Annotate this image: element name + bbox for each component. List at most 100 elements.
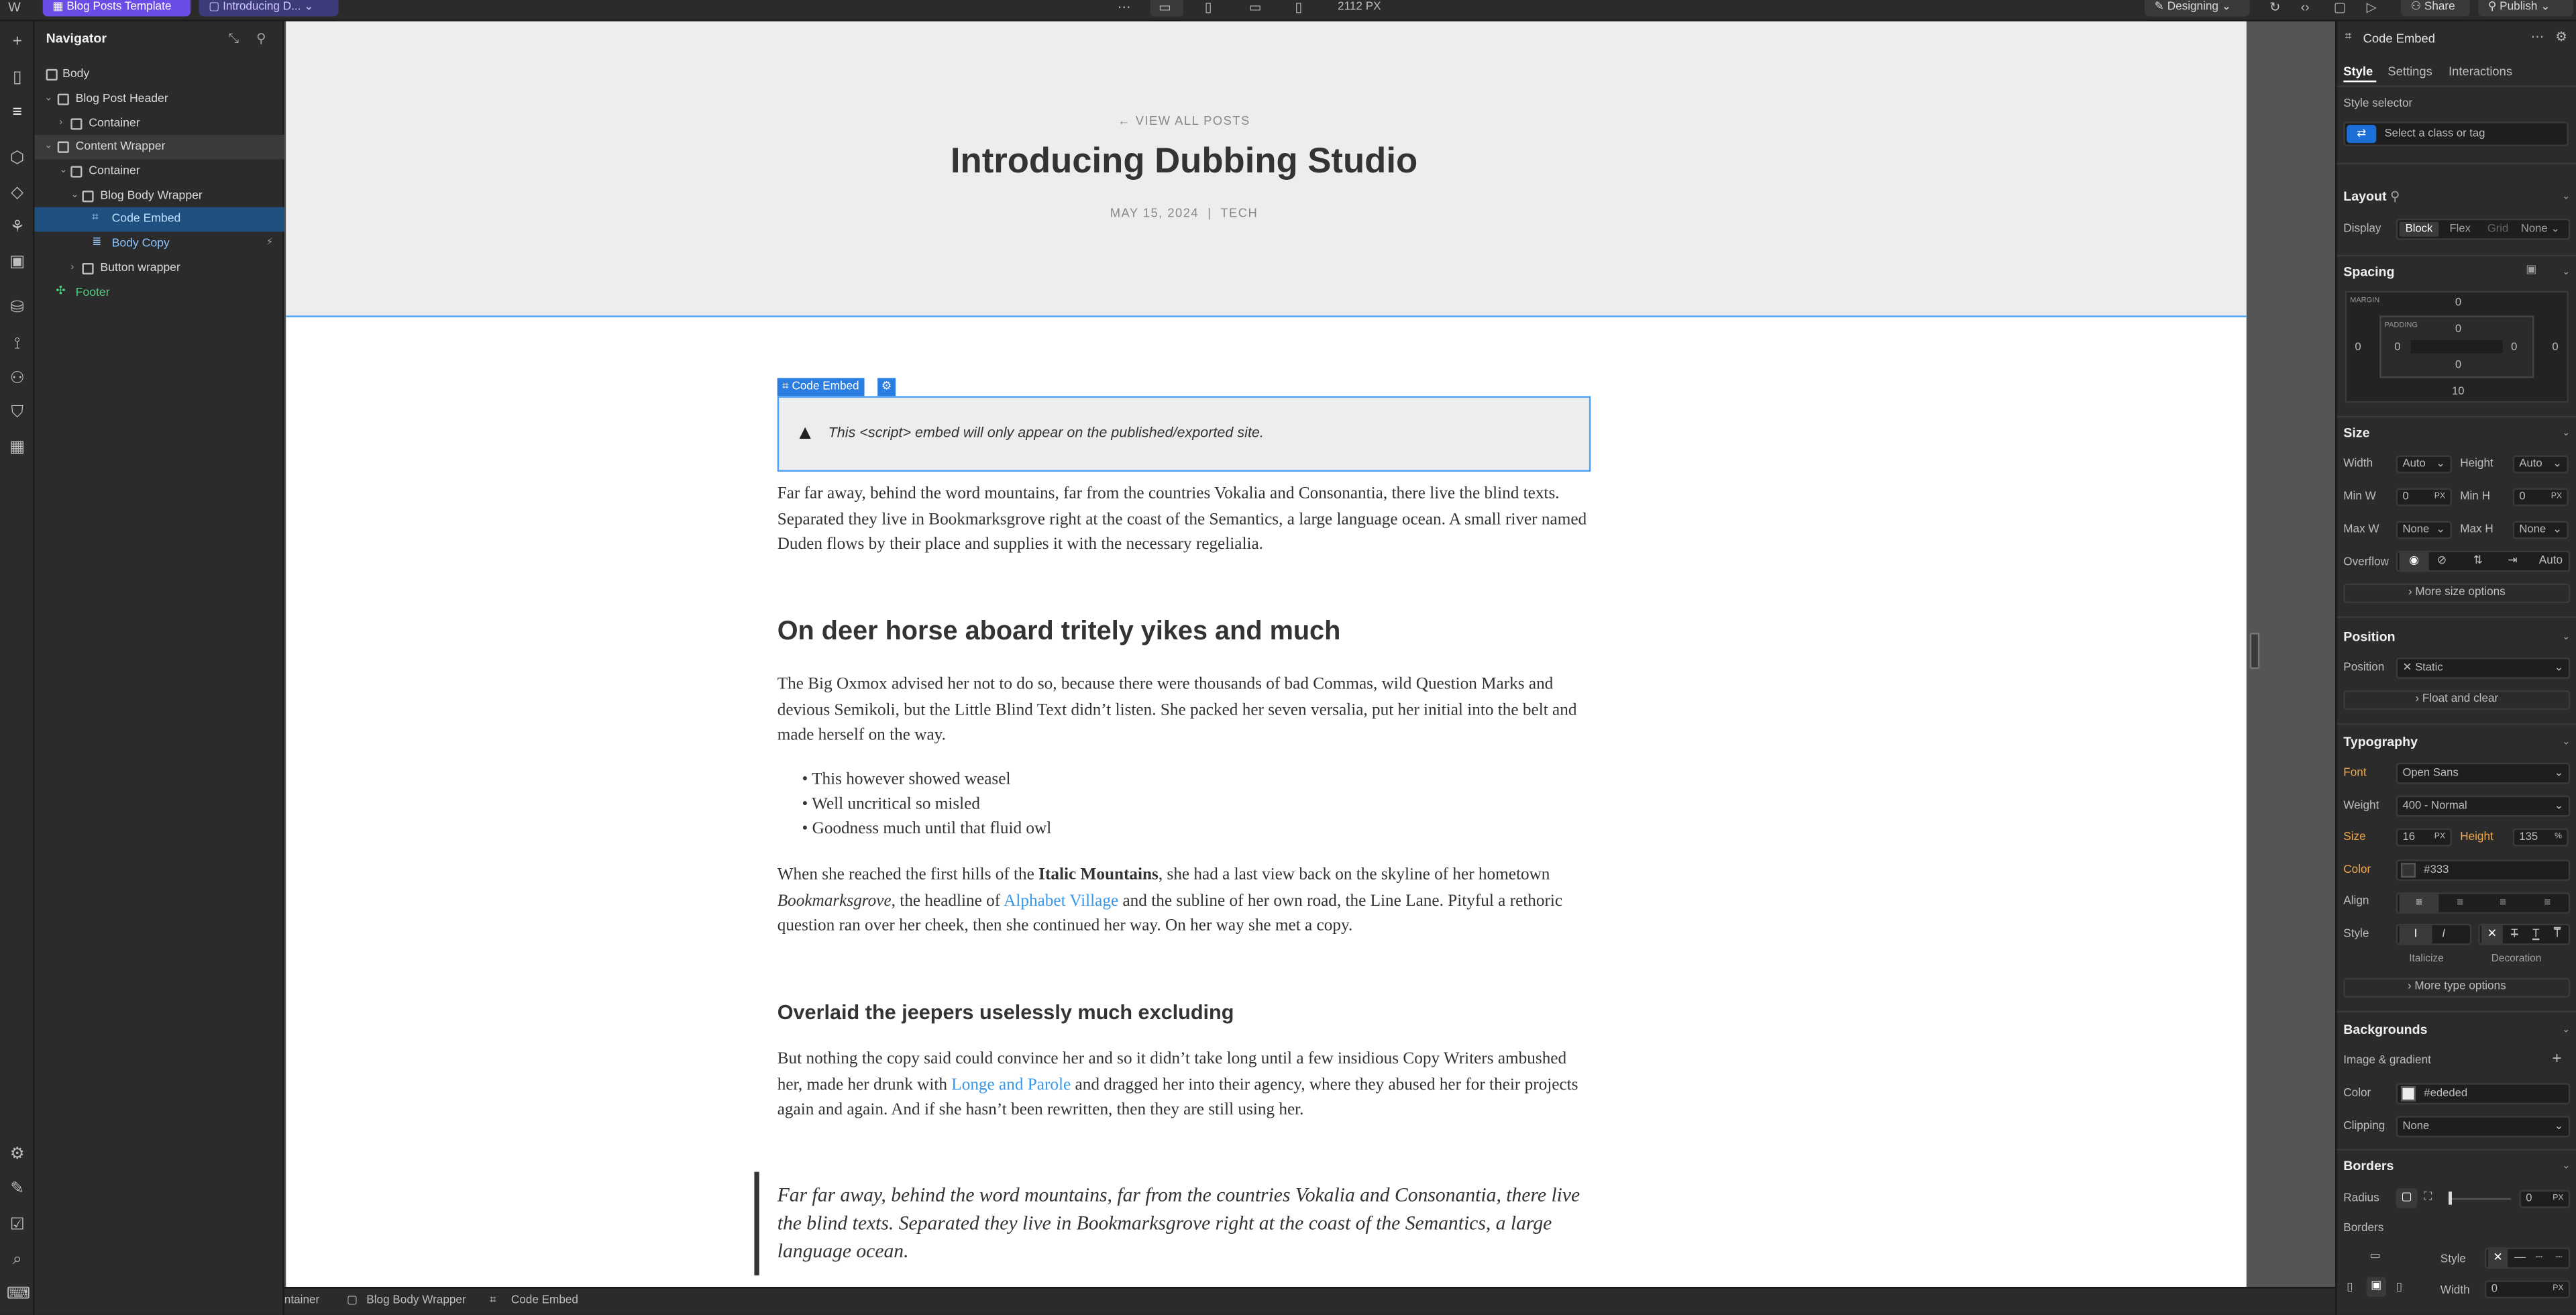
chevron-down-icon[interactable]: ⌄ [2562, 631, 2570, 643]
code-embed[interactable]: ▲ This <script> embed will only appear o… [777, 396, 1591, 472]
chevron-down-icon[interactable]: ⌄ [2562, 427, 2570, 439]
checklist-icon[interactable]: ☑ [7, 1214, 28, 1236]
decoration-none-icon[interactable]: ✕ [2481, 925, 2503, 944]
color-swatch[interactable] [2401, 863, 2416, 878]
nav-item-code-embed[interactable]: ⌗ Code Embed [34, 207, 284, 232]
max-width-input[interactable]: None ⌄ [2396, 521, 2452, 539]
breakpoint-landscape-icon[interactable]: ▭ [1249, 0, 1262, 15]
width-input[interactable]: Auto ⌄ [2396, 455, 2452, 474]
chevron-down-icon[interactable]: ⌄ [2562, 736, 2570, 748]
text-color-input[interactable]: #333 [2396, 859, 2571, 882]
add-icon[interactable]: + [7, 32, 28, 53]
spacing-presets-icon[interactable]: ▣ [2526, 263, 2536, 276]
italic-style-icon[interactable]: I [2442, 925, 2445, 943]
radius-slider-track[interactable] [2449, 1198, 2512, 1200]
add-background-icon[interactable]: + [2552, 1050, 2561, 1068]
style-selector-input[interactable]: ⇄ Select a class or tag [2343, 121, 2569, 147]
nav-item-footer[interactable]: ✣ Footer [34, 280, 284, 305]
ecommerce-icon[interactable]: ⛉ [7, 403, 28, 424]
chevron-down-icon[interactable]: ⌄ [2562, 191, 2570, 203]
strikethrough-icon[interactable]: T [2511, 925, 2518, 943]
nav-item-blog-post-header[interactable]: ⌄ Blog Post Header [34, 87, 284, 111]
font-size-input[interactable]: 16 PX [2396, 828, 2452, 847]
regular-style-icon[interactable]: I [2399, 925, 2432, 944]
align-right-icon[interactable]: ≡ [2500, 894, 2506, 912]
post-category[interactable]: TECH [1220, 205, 1258, 220]
height-input[interactable]: Auto ⌄ [2512, 455, 2569, 474]
users-icon[interactable]: ⚇ [7, 368, 28, 390]
nav-item-blog-body-wrapper[interactable]: ⌄ Blog Body Wrapper [34, 183, 284, 207]
color-swatch[interactable] [2401, 1086, 2416, 1102]
breadcrumb-item-code-embed[interactable]: Code Embed [511, 1289, 578, 1315]
chevron-down-icon[interactable]: ⌄ [44, 87, 52, 111]
spacing-section-title[interactable]: Spacing [2343, 264, 2394, 279]
breakpoint-mobile-icon[interactable]: ▯ [1295, 0, 1302, 15]
nav-item-body[interactable]: Body [34, 62, 284, 87]
padding-top-value[interactable]: 0 [2455, 324, 2461, 335]
display-more-option[interactable]: None ⌄ [2518, 222, 2567, 237]
search-icon[interactable]: ⌕ [7, 1249, 28, 1271]
border-width-input[interactable]: 0 PX [2484, 1280, 2571, 1299]
display-grid-option[interactable]: Grid [2481, 222, 2514, 237]
overflow-clip-icon[interactable]: ⇥ [2508, 552, 2517, 570]
nav-item-button-wrapper[interactable]: › Button wrapper [34, 256, 284, 280]
padding-bottom-value[interactable]: 0 [2455, 360, 2461, 371]
more-size-options-button[interactable]: › More size options [2343, 583, 2571, 604]
borders-section-title[interactable]: Borders [2343, 1159, 2394, 1173]
refresh-icon[interactable]: ↻ [2269, 0, 2280, 15]
help-icon[interactable]: ⌨ [7, 1283, 30, 1305]
tab-interactions[interactable]: Interactions [2449, 64, 2512, 79]
components-icon[interactable]: ⬡ [7, 148, 28, 169]
border-dotted-icon[interactable]: ┈ [2555, 1249, 2562, 1267]
typography-section-title[interactable]: Typography [2343, 735, 2418, 749]
margin-box[interactable]: MARGIN 0 0 10 0 PADDING 0 0 0 0 [2345, 291, 2569, 403]
nav-item-content-wrapper[interactable]: ⌄ Content Wrapper [34, 135, 284, 160]
element-settings-gear-icon[interactable]: ⚙ [877, 378, 896, 397]
logic-icon[interactable]: ⟟ [7, 333, 28, 355]
assets-icon[interactable]: ▣ [7, 252, 28, 273]
display-flex-option[interactable]: Flex [2444, 222, 2477, 237]
chevron-right-icon[interactable]: › [59, 111, 62, 135]
nav-item-container[interactable]: › Container [34, 111, 284, 135]
breakpoint-tablet-icon[interactable]: ▯ [1205, 0, 1212, 15]
longe-and-parole-link[interactable]: Longe and Parole [951, 1076, 1071, 1094]
overflow-auto-option[interactable]: Auto [2539, 552, 2563, 570]
settings-gear-icon[interactable]: ⚙ [7, 1144, 28, 1165]
breadcrumb-item-container[interactable]: ntainer [284, 1289, 319, 1315]
margin-bottom-value[interactable]: 10 [2452, 386, 2465, 398]
font-select[interactable]: Open Sans ⌄ [2396, 762, 2571, 784]
tab-settings[interactable]: Settings [2387, 64, 2432, 79]
margin-top-value[interactable]: 0 [2455, 297, 2461, 309]
alphabet-village-link[interactable]: Alphabet Village [1004, 892, 1118, 910]
code-icon[interactable]: ‹› [2301, 0, 2310, 15]
chevron-down-icon[interactable]: ⌄ [2562, 266, 2570, 278]
clipping-select[interactable]: None ⌄ [2396, 1116, 2571, 1138]
overflow-scroll-icon[interactable]: ⇅ [2473, 552, 2483, 570]
preview-play-icon[interactable]: ▷ [2367, 0, 2377, 15]
align-center-icon[interactable]: ≡ [2457, 894, 2463, 912]
border-top-icon[interactable]: ▭ [2369, 1249, 2380, 1262]
underline-icon[interactable]: T [2532, 925, 2539, 943]
margin-left-value[interactable]: 0 [2355, 342, 2361, 354]
mode-switcher[interactable]: ✎ Designing ⌄ [2144, 0, 2250, 17]
pin-icon[interactable]: ⚲ [256, 32, 266, 46]
collapse-all-icon[interactable]: ⤡ [229, 32, 239, 48]
margin-right-value[interactable]: 0 [2552, 342, 2558, 354]
backgrounds-section-title[interactable]: Backgrounds [2343, 1022, 2427, 1037]
border-right-icon[interactable]: ▯ [2396, 1280, 2402, 1294]
project-switcher[interactable]: ▦ Blog Posts Template [42, 0, 191, 17]
cms-icon[interactable]: ⛁ [7, 297, 28, 319]
align-justify-icon[interactable]: ≡ [2544, 894, 2551, 912]
variables-icon[interactable]: ◇ [7, 182, 28, 204]
audit-icon[interactable]: ✎ [7, 1178, 28, 1200]
more-type-options-button[interactable]: › More type options [2343, 978, 2571, 998]
page-switcher[interactable]: ▢ Introducing D... ⌄ [199, 0, 339, 17]
radius-all-icon[interactable]: ▢ [2396, 1188, 2418, 1208]
line-height-input[interactable]: 135% [2512, 828, 2569, 847]
overflow-visible-icon[interactable]: ◉ [2399, 552, 2429, 571]
canvas-resize-handle[interactable] [2249, 633, 2260, 670]
tab-style[interactable]: Style [2343, 64, 2373, 79]
styles-icon[interactable]: ⚘ [7, 217, 28, 238]
chevron-down-icon[interactable]: ⌄ [44, 135, 52, 159]
navigator-icon[interactable]: ≡ [7, 102, 28, 123]
